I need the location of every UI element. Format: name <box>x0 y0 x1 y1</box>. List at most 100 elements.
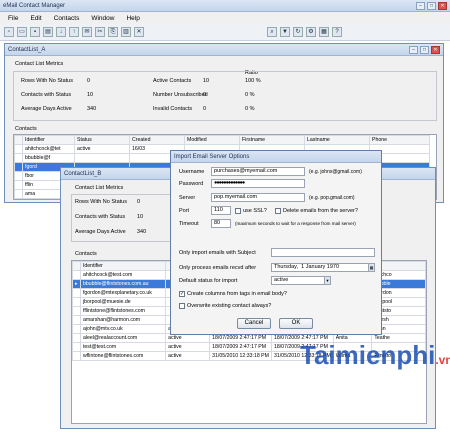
maximize-button[interactable]: □ <box>420 45 429 54</box>
close-button[interactable]: ✕ <box>431 45 440 54</box>
default-status-select[interactable]: active ▼ <box>271 276 331 285</box>
overwrite-label: Overwrite existing contact always? <box>187 303 272 309</box>
subject-input[interactable] <box>271 248 375 257</box>
cell-identifier: aleel@realaccount.com <box>79 333 167 343</box>
after-label: Only process emails recvd after <box>179 265 257 271</box>
column-header[interactable]: Identifier <box>79 261 167 271</box>
timeout-label: Timeout <box>179 221 199 227</box>
ssl-checkbox[interactable] <box>235 208 241 214</box>
save-icon[interactable]: ▪ <box>30 27 40 37</box>
after-date-picker[interactable]: Thursday, 1 January 1970 ▦ <box>271 263 375 272</box>
overwrite-checkbox[interactable] <box>179 303 185 309</box>
contacts-label: Contacts <box>75 251 97 257</box>
rows-no-status-label: Rows With No Status <box>21 78 73 84</box>
contacts-with-status-value: 10 <box>87 92 94 98</box>
menu-help[interactable]: Help <box>126 15 139 22</box>
menu-contacts[interactable]: Contacts <box>54 15 80 22</box>
cancel-button[interactable]: Cancel <box>237 318 271 329</box>
export-icon[interactable]: ↑ <box>69 27 79 37</box>
cell-identifier: fgordon@mtexplanetary.co.uk <box>79 288 167 298</box>
import-options-dialog: Import Email Server Options Username pur… <box>170 150 382 335</box>
column-header[interactable]: Firstname <box>239 135 305 145</box>
active-contacts-value: 10 <box>203 78 210 84</box>
minimize-button[interactable]: – <box>409 45 418 54</box>
paste-icon[interactable]: ▥ <box>121 27 131 37</box>
password-label: Password <box>179 181 204 187</box>
app-titlebar: eMail Contact Manager – □ ✕ <box>0 0 450 12</box>
row-indicator <box>72 306 81 316</box>
delete-icon[interactable]: ✕ <box>134 27 144 37</box>
after-date: 1 January 1970 <box>301 264 340 270</box>
search-icon[interactable]: ⌕ <box>267 27 277 37</box>
mail-icon[interactable]: ✉ <box>82 27 92 37</box>
menu-window[interactable]: Window <box>91 15 114 22</box>
username-input[interactable]: purchases@myemail.com <box>211 167 305 176</box>
open-icon[interactable]: ▭ <box>17 27 27 37</box>
watermark-logo: Taimienphi.vn <box>300 340 450 370</box>
column-header[interactable]: Status <box>74 135 130 145</box>
filter-icon[interactable]: ▼ <box>280 27 290 37</box>
subject-label: Only import emails with Subject <box>179 250 256 256</box>
toolbar: ▫ ▭ ▪ ▤ ↓ ↑ ✉ ✂ ⎘ ▥ ✕ ⌕ ▼ ↻ ⚙ ▦ ? <box>0 24 450 41</box>
chevron-down-icon[interactable]: ▼ <box>324 277 330 284</box>
maximize-button[interactable]: □ <box>427 1 436 10</box>
help-icon[interactable]: ? <box>332 27 342 37</box>
cell-identifier: bbubble@flintstones.com.au <box>79 279 167 289</box>
column-header[interactable]: Modified <box>184 135 240 145</box>
timeout-hint: (maximum seconds to wait for a response … <box>235 221 356 226</box>
server-input[interactable]: pop.myemail.com <box>211 193 305 202</box>
new-icon[interactable]: ▫ <box>4 27 14 37</box>
delete-from-server-checkbox[interactable] <box>275 208 281 214</box>
print-icon[interactable]: ▤ <box>43 27 53 37</box>
row-indicator <box>72 288 81 298</box>
ssl-label: use SSL? <box>243 208 267 214</box>
cell-identifier: fflintstone@flintstones.com <box>79 306 167 316</box>
menu-edit[interactable]: Edit <box>30 15 41 22</box>
create-columns-label: Create columns from tags in email body? <box>187 291 287 297</box>
calendar-icon[interactable]: ▦ <box>368 264 374 271</box>
minimize-button[interactable]: – <box>416 1 425 10</box>
row-indicator: ▸ <box>72 279 81 289</box>
import-icon[interactable]: ↓ <box>56 27 66 37</box>
timeout-input[interactable]: 80 <box>211 219 231 228</box>
contactlist-b-title: ContactList_B <box>64 170 102 177</box>
delete-from-server-label: Delete emails from the server? <box>283 208 358 214</box>
refresh-icon[interactable]: ↻ <box>293 27 303 37</box>
menu-file[interactable]: File <box>8 15 18 22</box>
avg-days-label: Average Days Active <box>21 106 72 112</box>
create-columns-checkbox[interactable]: ✓ <box>179 291 185 297</box>
report-icon[interactable]: ▦ <box>319 27 329 37</box>
contactlist-a-titlebar: ContactList_A – □ ✕ <box>5 44 443 56</box>
column-header[interactable]: Phone <box>369 135 430 145</box>
contacts-with-status-value: 10 <box>137 214 144 220</box>
password-input[interactable]: ●●●●●●●●●●●●● <box>211 179 305 188</box>
ok-button[interactable]: OK <box>279 318 313 329</box>
close-button[interactable]: ✕ <box>438 1 447 10</box>
avg-days-value: 340 <box>137 229 147 235</box>
port-input[interactable]: 110 <box>211 206 231 215</box>
port-label: Port <box>179 208 190 214</box>
cell-identifier: wflintone@flintstones.com <box>79 351 167 361</box>
cell-created: 18/07/2009 2:47:17 PM <box>209 342 272 352</box>
after-day: Thursday <box>274 264 297 270</box>
menubar: File Edit Contacts Window Help <box>0 12 450 24</box>
settings-icon[interactable]: ⚙ <box>306 27 316 37</box>
server-label: Server <box>179 195 196 201</box>
cell-status: active <box>165 351 211 361</box>
metrics-group <box>13 71 437 121</box>
row-indicator <box>72 315 81 325</box>
username-label: Username <box>179 169 205 175</box>
cell-identifier: amarshan@harmon.com <box>79 315 167 325</box>
invalid-ratio: 0 % <box>245 106 255 112</box>
copy-icon[interactable]: ⎘ <box>108 27 118 37</box>
column-header[interactable]: Identifier <box>22 135 75 145</box>
contacts-with-status-label: Contacts with Status <box>75 214 126 220</box>
default-status-label: Default status for import <box>179 278 238 284</box>
cell-identifier: jborpool@muesie.de <box>79 297 167 307</box>
column-header[interactable]: Lastname <box>304 135 370 145</box>
invalid-label: Invalid Contacts <box>153 106 193 112</box>
contacts-with-status-label: Contacts with Status <box>21 92 72 98</box>
column-header[interactable]: Created <box>129 135 185 145</box>
rows-no-status-value: 0 <box>137 199 141 205</box>
cut-icon[interactable]: ✂ <box>95 27 105 37</box>
